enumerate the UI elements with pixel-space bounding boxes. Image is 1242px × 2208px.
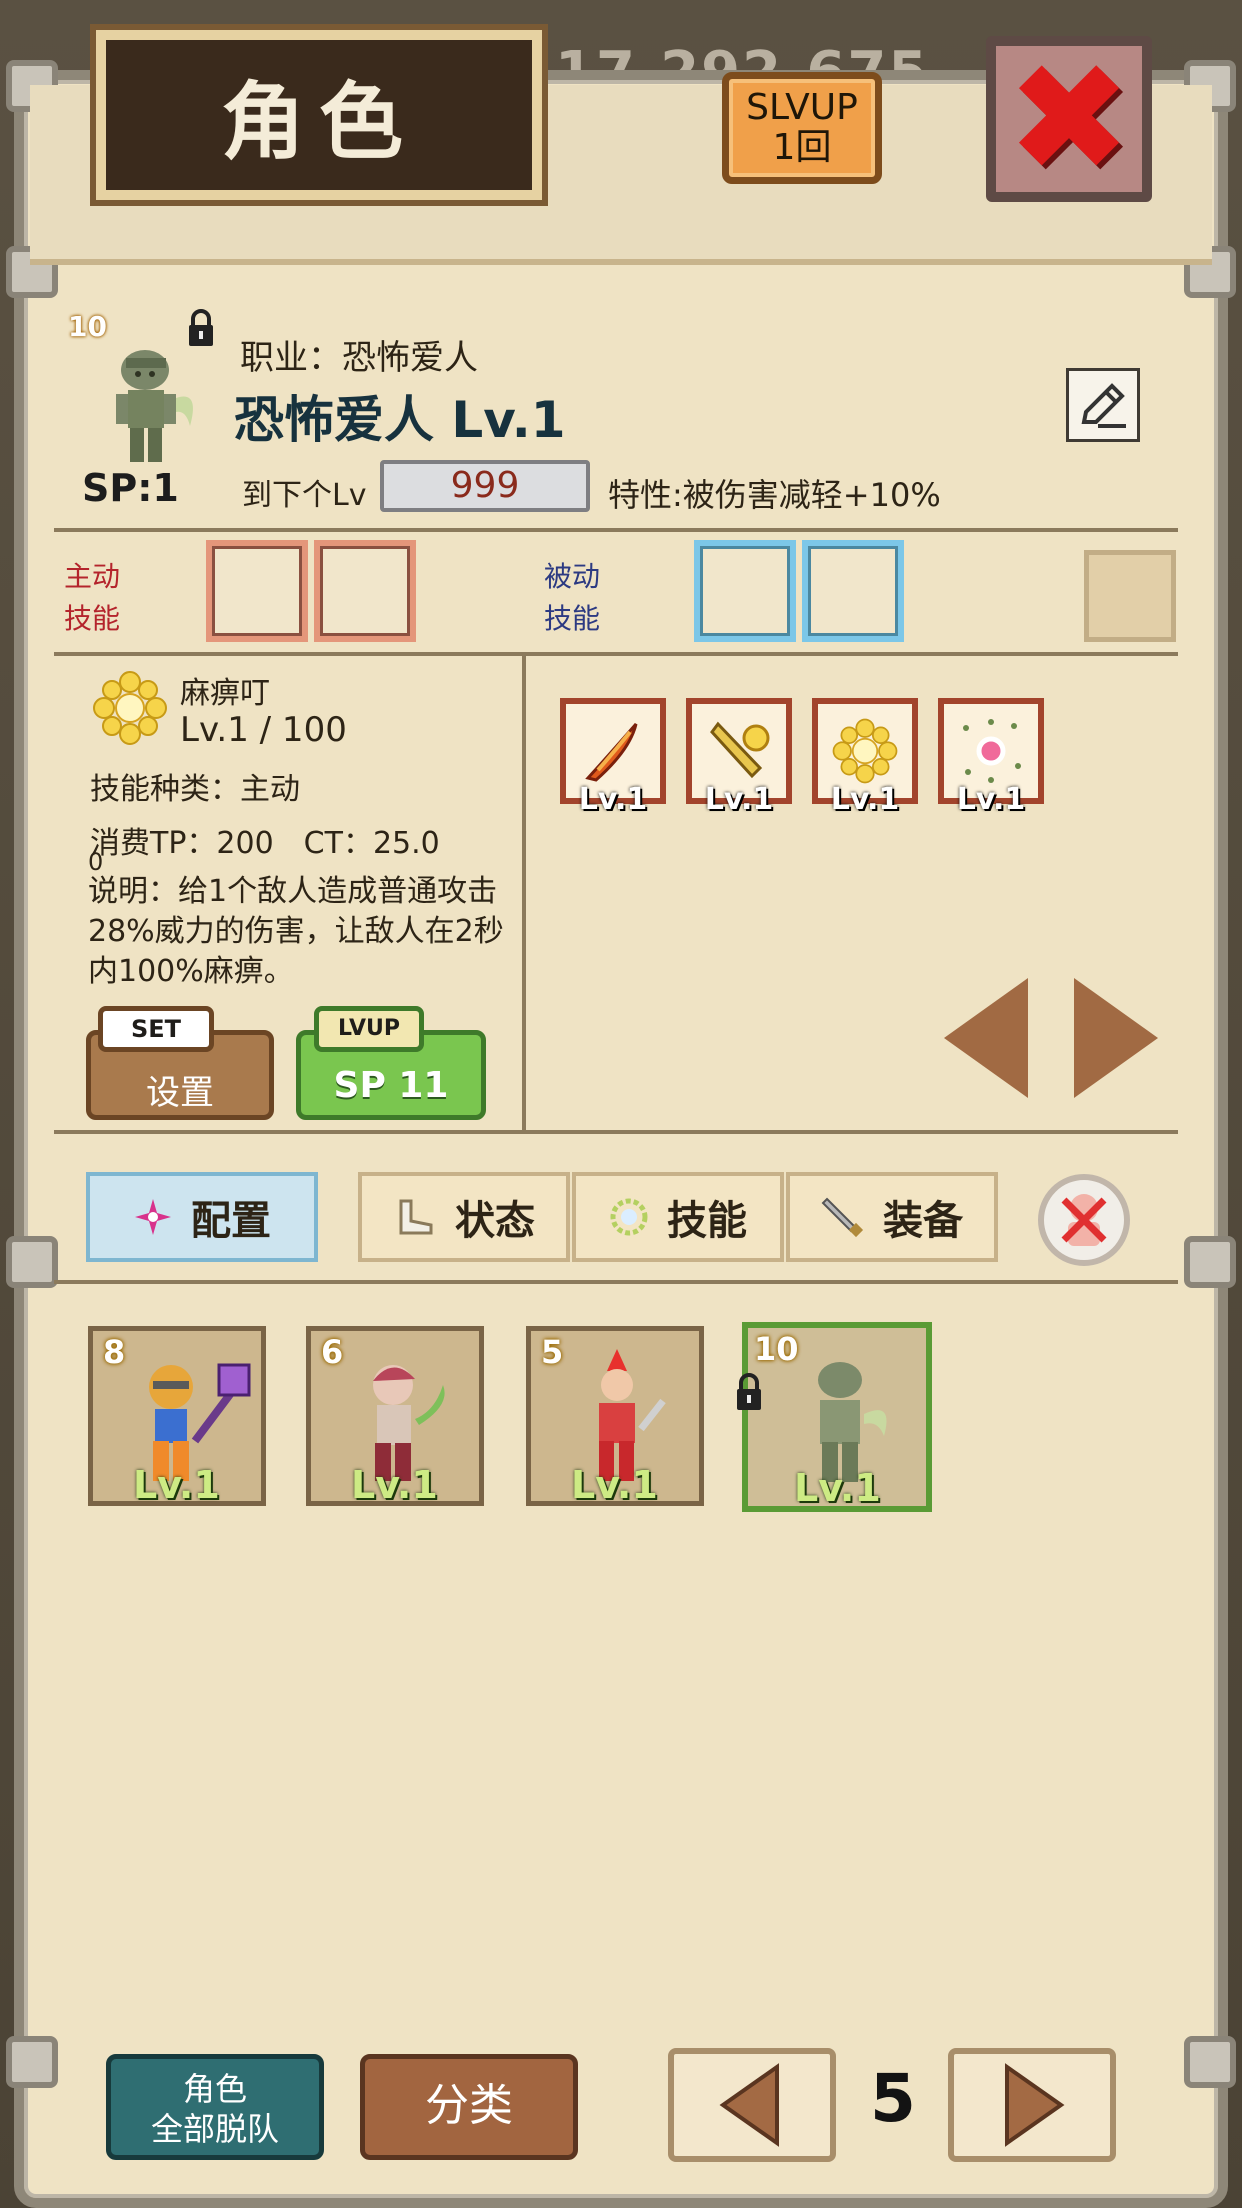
active-skill-slot-2[interactable]	[314, 540, 416, 642]
remove-person-icon	[1061, 1194, 1107, 1246]
tab-skill[interactable]: 技能	[572, 1172, 784, 1262]
close-button[interactable]: ✖	[986, 36, 1152, 202]
party-member-4[interactable]: 10 Lv.1	[737, 1322, 932, 1512]
slvup-count: 1回	[772, 127, 832, 168]
tab-equip[interactable]: 装备	[786, 1172, 998, 1262]
tab-skill-label: 技能	[667, 1198, 747, 1244]
divider	[54, 1130, 1178, 1134]
character-sprite	[116, 350, 193, 462]
skill-type: 技能种类：主动	[90, 772, 300, 807]
slvup-label: SLVUP	[746, 87, 858, 128]
passive-label-line2: 技能	[544, 602, 601, 635]
member-stars: 6	[321, 1333, 344, 1371]
page-title: 角色	[220, 72, 417, 171]
learned-skill-level: Lv.1	[578, 782, 648, 817]
character-star-level: 10	[68, 310, 107, 343]
active-skill-label: 主动 技能	[64, 556, 120, 640]
sparkle-orb-icon	[963, 719, 1021, 783]
passive-skill-slot-1[interactable]	[694, 540, 796, 642]
member-level: Lv.1	[571, 1463, 658, 1507]
job-line: 职业：恐怖爱人	[240, 338, 478, 378]
pencil-icon	[1081, 383, 1126, 428]
passive-label-line1: 被动	[544, 560, 601, 593]
close-icon: ✖	[1006, 32, 1132, 206]
boot-icon	[399, 1199, 433, 1235]
set-tag: SET	[98, 1006, 214, 1052]
next-level-value: 999	[380, 460, 590, 512]
all-leave-line1: 角色	[182, 2070, 247, 2108]
all-leave-party-button[interactable]: 角色 全部脱队	[106, 2054, 324, 2160]
divider	[522, 656, 526, 1130]
learned-skill-level: Lv.1	[704, 782, 774, 817]
divider	[54, 1280, 1178, 1284]
frame-rivet	[1184, 1236, 1236, 1288]
extra-slot[interactable]	[1084, 550, 1176, 642]
lock-icon[interactable]	[186, 308, 216, 348]
party-member-2[interactable]: 6 Lv.1	[306, 1326, 484, 1507]
all-leave-line2: 全部脱队	[150, 2110, 279, 2148]
sun-flower-icon	[832, 718, 898, 784]
character-name: 恐怖爱人 Lv.1	[234, 391, 566, 449]
party-member-1[interactable]: 8 Lv.1	[88, 1326, 266, 1507]
skill-cost: 消费TP：200 CT：25.0	[90, 826, 440, 861]
tab-status[interactable]: 状态	[358, 1172, 570, 1262]
tab-config[interactable]: 配置	[86, 1172, 318, 1262]
slvup-button[interactable]: SLVUP 1回	[722, 72, 882, 184]
member-level: Lv.1	[351, 1463, 438, 1507]
tab-status-label: 状态	[455, 1198, 535, 1244]
gear-burst-icon	[610, 1198, 648, 1236]
member-level: Lv.1	[133, 1463, 220, 1507]
member-stars: 10	[754, 1330, 799, 1368]
arrow-right-icon	[1005, 2063, 1065, 2147]
sort-button[interactable]: 分类	[360, 2054, 578, 2160]
skill-points: SP:1	[82, 466, 179, 510]
frame-rivet	[6, 2036, 58, 2088]
page-number: 5	[870, 2060, 916, 2137]
remove-member-button[interactable]	[1038, 1174, 1130, 1266]
next-level-label: 到下个Lv	[242, 478, 367, 513]
passive-skill-label: 被动 技能	[544, 556, 600, 640]
sword-icon	[821, 1197, 864, 1238]
frame-rivet	[1184, 2036, 1236, 2088]
member-stars: 8	[103, 1333, 126, 1371]
skill-level: Lv.1 / 100	[180, 710, 347, 750]
skills-next-arrow[interactable]	[1074, 978, 1158, 1098]
burst-icon	[135, 1199, 171, 1235]
arrow-left-icon	[719, 2063, 779, 2147]
tab-config-label: 配置	[191, 1198, 271, 1244]
learned-skill-level: Lv.1	[956, 782, 1026, 817]
member-stars: 5	[541, 1333, 564, 1371]
active-label-line2: 技能	[64, 602, 121, 635]
member-level: Lv.1	[794, 1466, 881, 1510]
frame-rivet	[6, 1236, 58, 1288]
page-prev-button[interactable]	[668, 2048, 836, 2162]
lvup-tag: LVUP	[314, 1006, 424, 1052]
fire-claw-icon	[585, 723, 638, 782]
sun-flower-icon	[93, 671, 167, 745]
party-member-3[interactable]: 5 Lv.1	[526, 1326, 704, 1507]
divider	[54, 528, 1178, 532]
active-label-line1: 主动	[64, 560, 121, 593]
passive-skill-slot-2[interactable]	[802, 540, 904, 642]
rename-button[interactable]	[1066, 368, 1140, 442]
page-next-button[interactable]	[948, 2048, 1116, 2162]
title-board: 角色	[96, 30, 542, 200]
learned-skill-level: Lv.1	[830, 782, 900, 817]
skill-cost-overflow: 0	[88, 848, 104, 876]
tab-equip-label: 装备	[883, 1198, 963, 1244]
skills-prev-arrow[interactable]	[944, 978, 1028, 1098]
skill-description: 说明：给1个敌人造成普通攻击28%威力的伤害，让敌人在2秒内100%麻痹。	[88, 874, 504, 989]
lock-icon	[737, 1373, 761, 1410]
golden-sword-icon	[710, 721, 770, 779]
character-trait: 特性:被伤害减轻+10%	[608, 476, 941, 514]
active-skill-slot-1[interactable]	[206, 540, 308, 642]
skill-name: 麻痹叮	[180, 676, 270, 711]
divider	[54, 652, 1178, 656]
